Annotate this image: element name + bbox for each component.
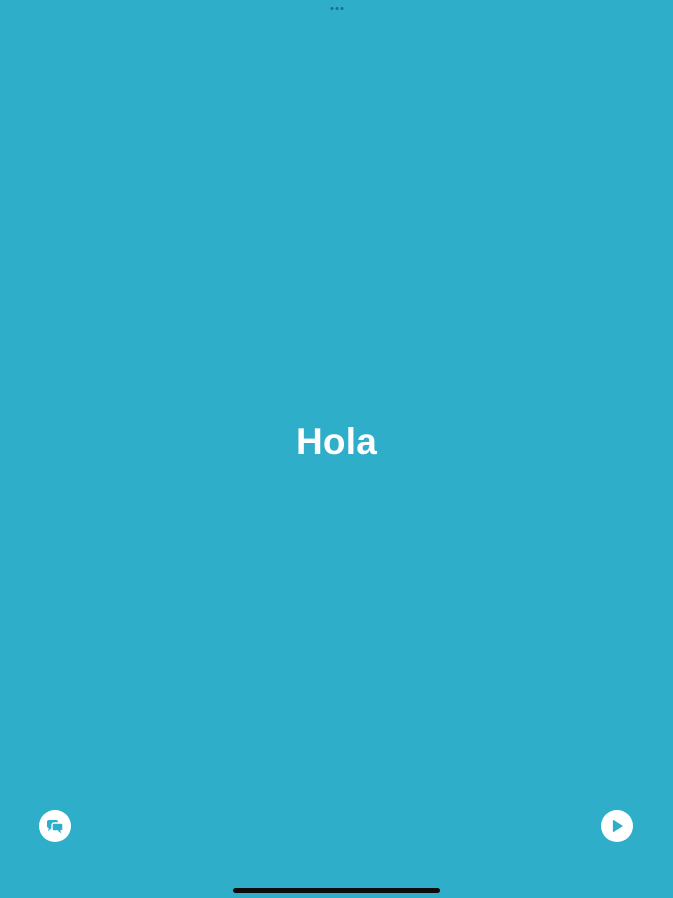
translated-phrase: Hola	[296, 421, 377, 462]
play-icon	[612, 820, 623, 832]
fullscreen-translation-view: Hola	[0, 0, 673, 898]
dot-icon	[335, 7, 338, 10]
speech-bubbles-icon	[47, 820, 64, 834]
phrase-container: Hola	[0, 420, 673, 464]
home-indicator[interactable]	[233, 888, 440, 893]
play-button[interactable]	[601, 810, 633, 842]
dot-icon	[340, 7, 343, 10]
dot-icon	[330, 7, 333, 10]
conversation-button[interactable]	[39, 810, 71, 842]
multitasking-menu-handle[interactable]	[328, 5, 345, 12]
